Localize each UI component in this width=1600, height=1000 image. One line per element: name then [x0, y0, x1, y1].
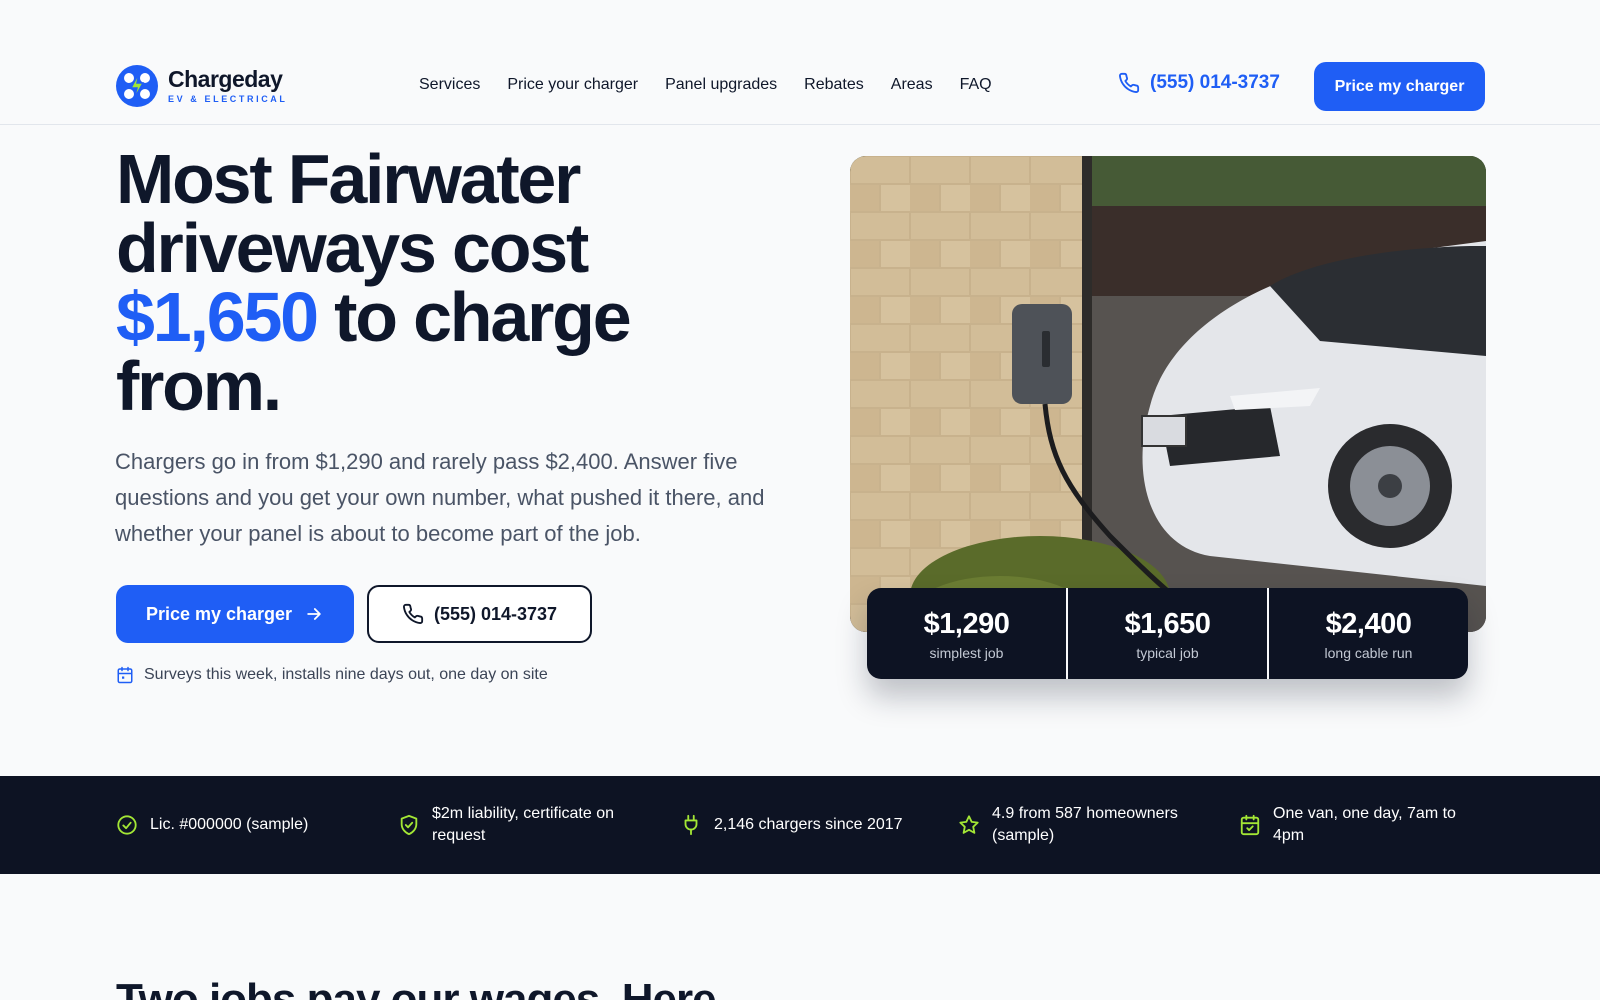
- header-price-button[interactable]: Price my charger: [1314, 62, 1485, 111]
- brand-name: Chargeday: [168, 66, 283, 92]
- hero-title-price: $1,650: [116, 278, 319, 356]
- price-label: long cable run: [1324, 644, 1413, 661]
- phone-icon: [1119, 72, 1140, 93]
- star-icon: [959, 815, 979, 834]
- trust-text: One van, one day, 7am to 4pm: [1273, 805, 1456, 844]
- hero-title-line1: Most Fairwater: [116, 140, 581, 218]
- brand-subtitle: EV & ELECTRICAL: [168, 94, 288, 104]
- price-value: $2,400: [1325, 607, 1412, 640]
- price-cell-typical: $1,650 typical job: [1068, 588, 1269, 679]
- header-phone-link[interactable]: (555) 014-3737: [1118, 72, 1280, 94]
- hero-title-line2: driveways cost: [116, 209, 589, 287]
- trust-text: 2,146 chargers since 2017: [714, 816, 903, 833]
- hero-call-button-label: (555) 014-3737: [433, 603, 558, 624]
- hero-title: Most Fairwater driveways cost $1,650 to …: [116, 144, 796, 421]
- hero-schedule-note: Surveys this week, installs nine days ou…: [116, 666, 548, 684]
- arrow-right-icon: [307, 608, 321, 620]
- logo-mark-icon: [116, 65, 158, 107]
- price-cell-simplest: $1,290 simplest job: [867, 588, 1068, 679]
- plug-icon: [684, 814, 698, 836]
- check-circle-icon: [117, 815, 137, 835]
- calendar-check-icon: [1240, 814, 1260, 836]
- phone-icon: [402, 603, 424, 624]
- hero-price-button[interactable]: Price my charger: [116, 585, 354, 643]
- price-value: $1,650: [1124, 607, 1211, 640]
- nav-rebates[interactable]: Rebates: [804, 76, 864, 94]
- shield-check-icon: [400, 814, 418, 836]
- hero-title-line3: to charge: [316, 278, 631, 356]
- nav-faq[interactable]: FAQ: [960, 76, 992, 94]
- nav-services[interactable]: Services: [419, 76, 480, 94]
- hero-lead: Chargers go in from $1,290 and rarely pa…: [115, 449, 765, 546]
- trust-text: $2m liability, certificate on request: [432, 805, 614, 844]
- brand-logo[interactable]: Chargeday EV & ELECTRICAL: [116, 65, 288, 107]
- nav-price-your-charger[interactable]: Price your charger: [507, 76, 638, 94]
- main-nav: Services Price your charger Panel upgrad…: [419, 76, 1019, 94]
- trust-item-liability: $2m liability, certificate on request: [398, 776, 638, 874]
- trust-item-license: Lic. #000000 (sample): [116, 776, 356, 874]
- section-title: Two jobs pay our wages. Here: [116, 975, 717, 1000]
- calendar-icon: [117, 666, 133, 684]
- price-value: $1,290: [923, 607, 1010, 640]
- nav-panel-upgrades[interactable]: Panel upgrades: [665, 76, 777, 94]
- price-cell-long-cable: $2,400 long cable run: [1269, 588, 1468, 679]
- header-phone-number: (555) 014-3737: [1150, 72, 1280, 93]
- nav-areas[interactable]: Areas: [891, 76, 933, 94]
- trust-item-schedule: One van, one day, 7am to 4pm: [1239, 776, 1479, 874]
- site-header: Chargeday EV & ELECTRICAL Services Price…: [0, 0, 1600, 125]
- ev-charging-illustration: [850, 156, 1486, 632]
- price-label: simplest job: [929, 644, 1004, 661]
- trust-item-chargers: 2,146 chargers since 2017: [680, 776, 920, 874]
- trust-band: Lic. #000000 (sample) $2m liability, cer…: [0, 776, 1600, 874]
- price-range-strip: $1,290 simplest job $1,650 typical job $…: [867, 588, 1468, 679]
- trust-text: Lic. #000000 (sample): [150, 816, 309, 833]
- hero-title-line4: from.: [116, 347, 282, 425]
- hero-price-button-label: Price my charger: [145, 603, 293, 624]
- trust-item-rating: 4.9 from 587 homeowners (sample): [958, 776, 1198, 874]
- hero-call-button[interactable]: (555) 014-3737: [367, 585, 592, 643]
- trust-text: 4.9 from 587 homeowners (sample): [992, 805, 1178, 844]
- price-label: typical job: [1136, 644, 1199, 661]
- hero-photo-ev-charging: [850, 156, 1486, 632]
- hero-note-text: Surveys this week, installs nine days ou…: [144, 666, 548, 683]
